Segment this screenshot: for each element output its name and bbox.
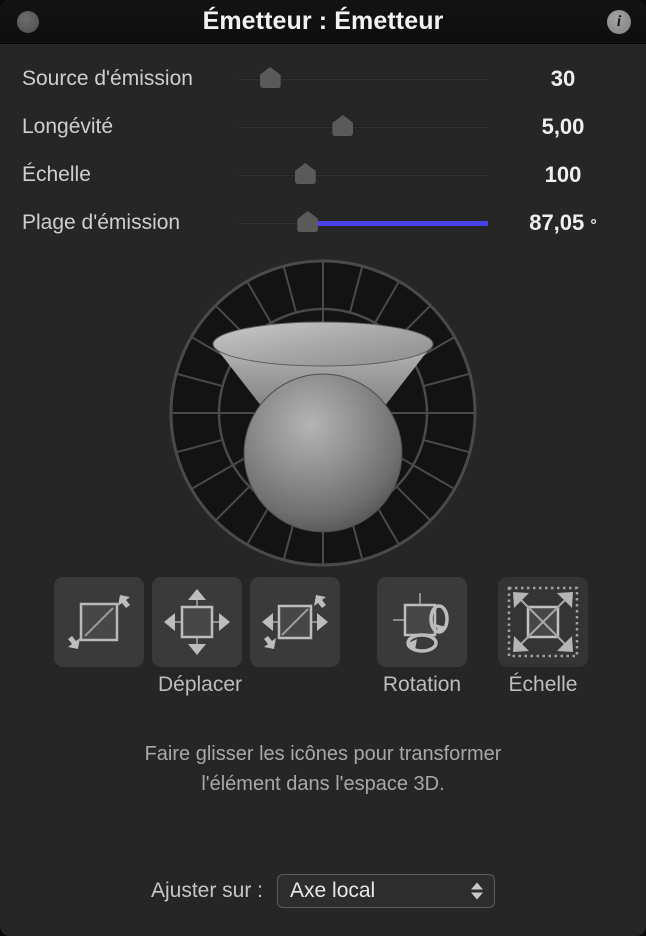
move-xyz-icon [262, 595, 328, 649]
slider-track[interactable] [237, 126, 488, 128]
parameter-row: Échelle 100 [0, 151, 646, 199]
chevron-up-down-icon [471, 882, 484, 900]
rotate-button[interactable] [377, 577, 467, 667]
scale-icon [507, 586, 579, 658]
parameter-value-unit: ° [590, 217, 597, 234]
parameter-slider[interactable] [237, 162, 488, 188]
move-xy-button[interactable] [152, 577, 242, 667]
window-titlebar: Émetteur : Émetteur i [0, 0, 646, 44]
parameter-value-number: 30 [550, 66, 576, 91]
close-circle-icon[interactable] [17, 11, 39, 33]
slider-fill [307, 221, 488, 226]
emitter-sphere [243, 373, 403, 533]
transform-label-rotation: Rotation [382, 673, 462, 696]
parameter-row: Longévité 5,00 [0, 103, 646, 151]
move-xyz-button[interactable] [250, 577, 340, 667]
inspector-body: Source d'émission 30 Longévité 5,00 Échelle 1… [0, 44, 646, 936]
transform-tool-group: Déplacer Rotation Échelle [0, 577, 646, 727]
adjust-on-select[interactable]: Axe local [277, 874, 496, 908]
scale-button[interactable] [498, 577, 588, 667]
parameter-value-number: 100 [544, 162, 582, 187]
parameter-slider[interactable] [237, 66, 488, 92]
slider-thumb[interactable] [294, 163, 316, 184]
parameter-row: Plage d'émission 87,05 ° [0, 199, 646, 247]
preview-canvas [169, 259, 477, 567]
adjust-on-value: Axe local [290, 879, 376, 902]
slider-thumb[interactable] [297, 211, 319, 232]
parameter-label: Source d'émission [22, 67, 193, 90]
parameter-value-number: 87,05 [529, 210, 585, 235]
page-title: Émetteur : Émetteur [202, 7, 444, 35]
adjust-on-label: Ajuster sur : [150, 879, 264, 902]
transform-label-echelle: Échelle [508, 673, 578, 696]
transform-hint: Faire glisser les icônes pour transforme… [0, 739, 646, 799]
parameter-slider[interactable] [237, 210, 488, 236]
parameter-value[interactable]: 5,00 [494, 114, 632, 140]
move-z-button[interactable] [54, 577, 144, 667]
slider-thumb[interactable] [332, 115, 354, 136]
move-z-icon [68, 595, 130, 649]
parameter-label: Échelle [22, 163, 91, 186]
info-glyph: i [616, 13, 622, 30]
adjust-on-row: Ajuster sur : Axe local [0, 874, 646, 908]
slider-track[interactable] [237, 174, 488, 176]
emission-range-3d-preview[interactable] [0, 253, 646, 573]
transform-label-deplacer: Déplacer [157, 673, 243, 696]
parameter-label: Plage d'émission [22, 211, 181, 234]
parameter-list: Source d'émission 30 Longévité 5,00 Échelle 1… [0, 44, 646, 247]
transform-hint-line2: l'élément dans l'espace 3D. [201, 773, 445, 795]
emitter-inspector-window: Émetteur : Émetteur i Source d'émission 3… [0, 0, 646, 936]
parameter-slider[interactable] [237, 114, 488, 140]
parameter-value[interactable]: 87,05 ° [494, 210, 632, 236]
transform-hint-line1: Faire glisser les icônes pour transforme… [144, 743, 502, 765]
parameter-row: Source d'émission 30 [0, 55, 646, 103]
parameter-value[interactable]: 30 [494, 66, 632, 92]
rotate-icon [393, 593, 449, 653]
parameter-value-number: 5,00 [541, 114, 585, 139]
parameter-label: Longévité [22, 115, 114, 138]
move-xy-icon [164, 589, 230, 655]
slider-thumb[interactable] [259, 67, 281, 88]
info-icon[interactable]: i [607, 10, 631, 34]
cone-cap [212, 321, 434, 367]
parameter-value[interactable]: 100 [494, 162, 632, 188]
